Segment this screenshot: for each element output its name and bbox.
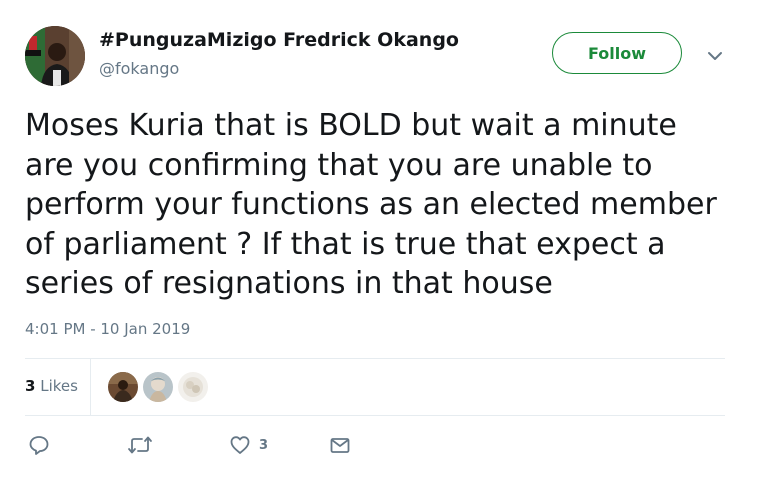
tweet-text-line: of parliament ? If that is true that exp…	[25, 226, 666, 262]
like-count: 3	[259, 437, 269, 453]
tweet-text: Moses Kuria that is BOLD but wait a minu…	[25, 106, 740, 304]
reply-button[interactable]	[28, 432, 50, 458]
author-username[interactable]: @fokango	[99, 59, 179, 78]
liker-avatar[interactable]	[108, 372, 138, 402]
tweet-text-line: are you confirming that you are unable t…	[25, 147, 653, 183]
liker-avatar[interactable]	[178, 372, 208, 402]
tweet-text-line: perform your functions as an elected mem…	[25, 187, 717, 222]
heart-icon	[230, 436, 250, 454]
author-display-name[interactable]: #PunguzaMizigo Fredrick Okango	[99, 29, 459, 51]
message-button[interactable]	[329, 432, 351, 458]
reply-icon	[29, 436, 49, 455]
avatar-image	[25, 26, 85, 86]
tweet-text-line: Moses Kuria that is BOLD but wait a minu…	[25, 108, 677, 143]
likes-count[interactable]: 3 Likes	[25, 377, 78, 395]
likes-count-number: 3	[25, 377, 36, 395]
retweet-button[interactable]	[127, 432, 153, 458]
divider	[25, 358, 725, 359]
chevron-down-icon[interactable]	[705, 46, 725, 66]
author-avatar[interactable]	[25, 26, 85, 86]
likes-count-label: Likes	[40, 377, 78, 395]
liker-avatar[interactable]	[143, 372, 173, 402]
mail-icon	[330, 438, 350, 453]
retweet-icon	[128, 436, 152, 454]
divider	[25, 415, 725, 416]
tweet-text-line: series of resignations in that house	[25, 266, 553, 301]
likes-separator	[90, 359, 91, 415]
tweet-timestamp[interactable]: 4:01 PM - 10 Jan 2019	[25, 320, 190, 338]
like-button[interactable]: 3	[229, 432, 268, 458]
follow-button[interactable]: Follow	[552, 32, 682, 74]
